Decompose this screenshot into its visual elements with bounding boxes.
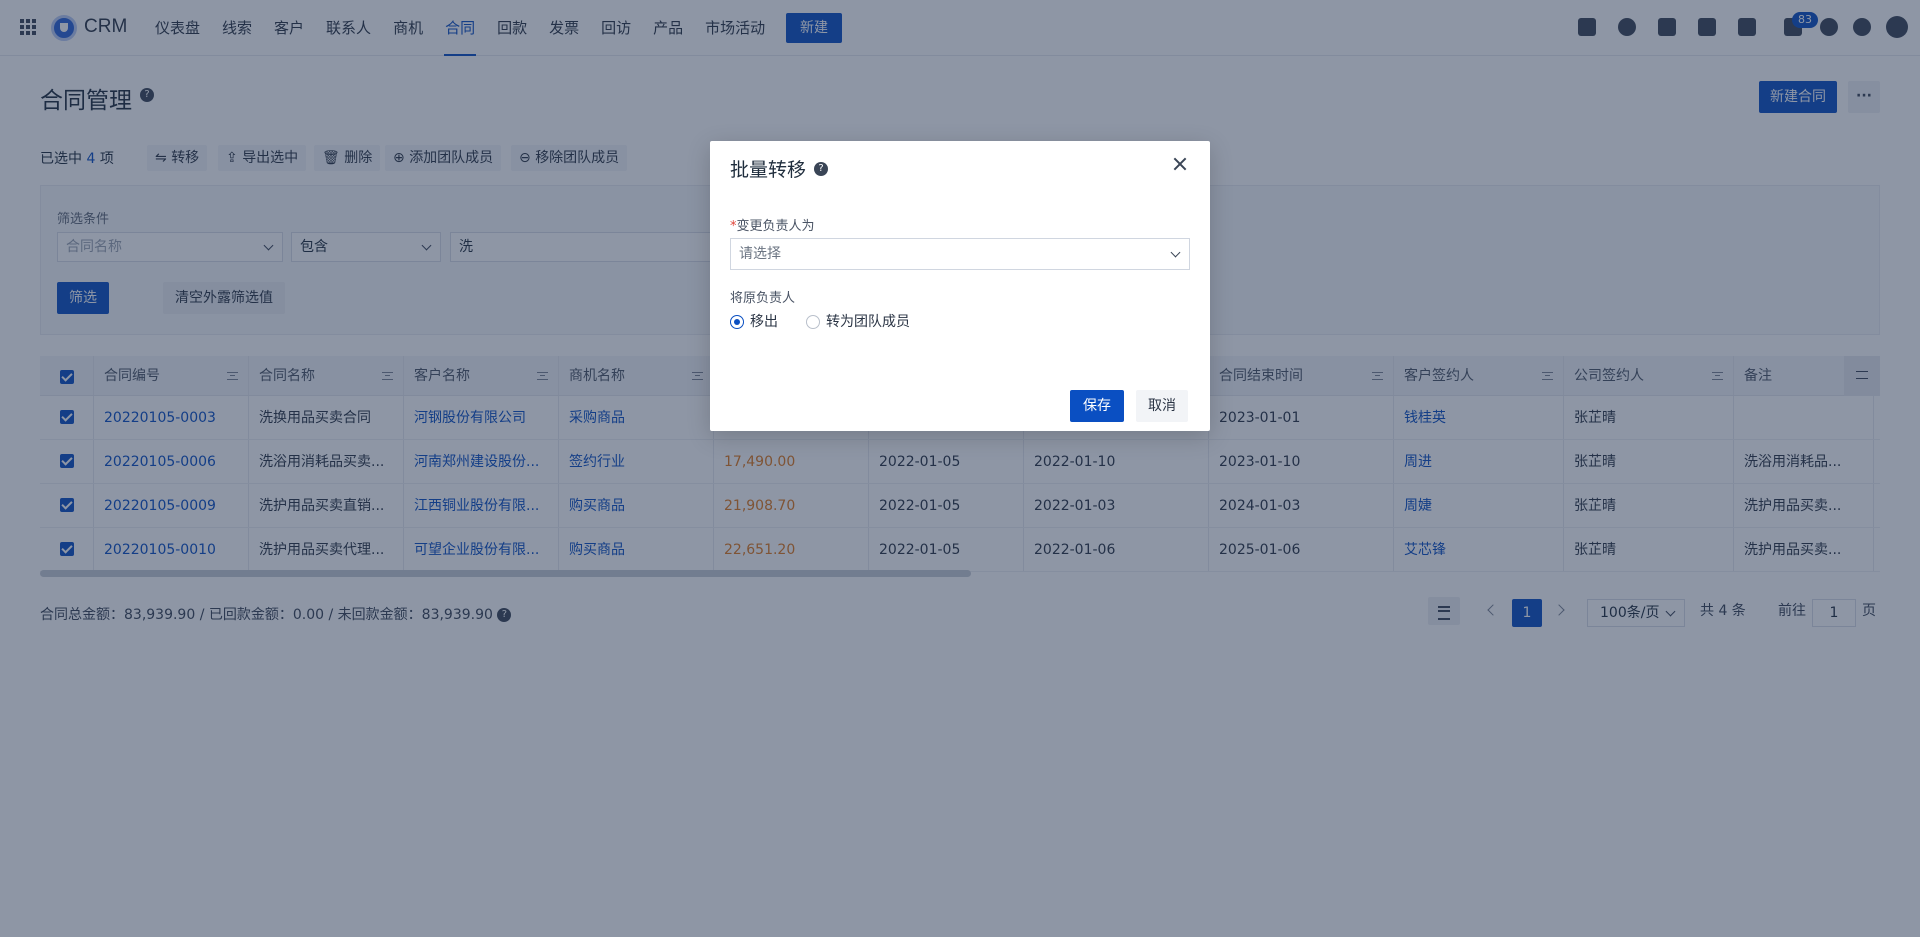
radio-remove-owner[interactable]: 移出	[730, 314, 778, 330]
close-icon[interactable]	[1172, 156, 1188, 172]
chevron-down-icon	[1170, 247, 1181, 258]
dialog-help-icon[interactable]: ?	[814, 162, 828, 176]
radio-convert-to-member[interactable]: 转为团队成员	[806, 314, 910, 330]
save-button[interactable]: 保存	[1070, 390, 1124, 422]
original-owner-label: 将原负责人	[730, 291, 796, 306]
dialog-title: 批量转移	[730, 159, 807, 181]
cancel-button[interactable]: 取消	[1136, 390, 1188, 422]
batch-transfer-dialog: 批量转移 ? *变更负责人为 请选择 将原负责人 移出 转为团队成员 保存 取消	[710, 141, 1210, 431]
new-owner-label: *变更负责人为	[730, 219, 815, 234]
new-owner-select[interactable]: 请选择	[730, 238, 1190, 270]
